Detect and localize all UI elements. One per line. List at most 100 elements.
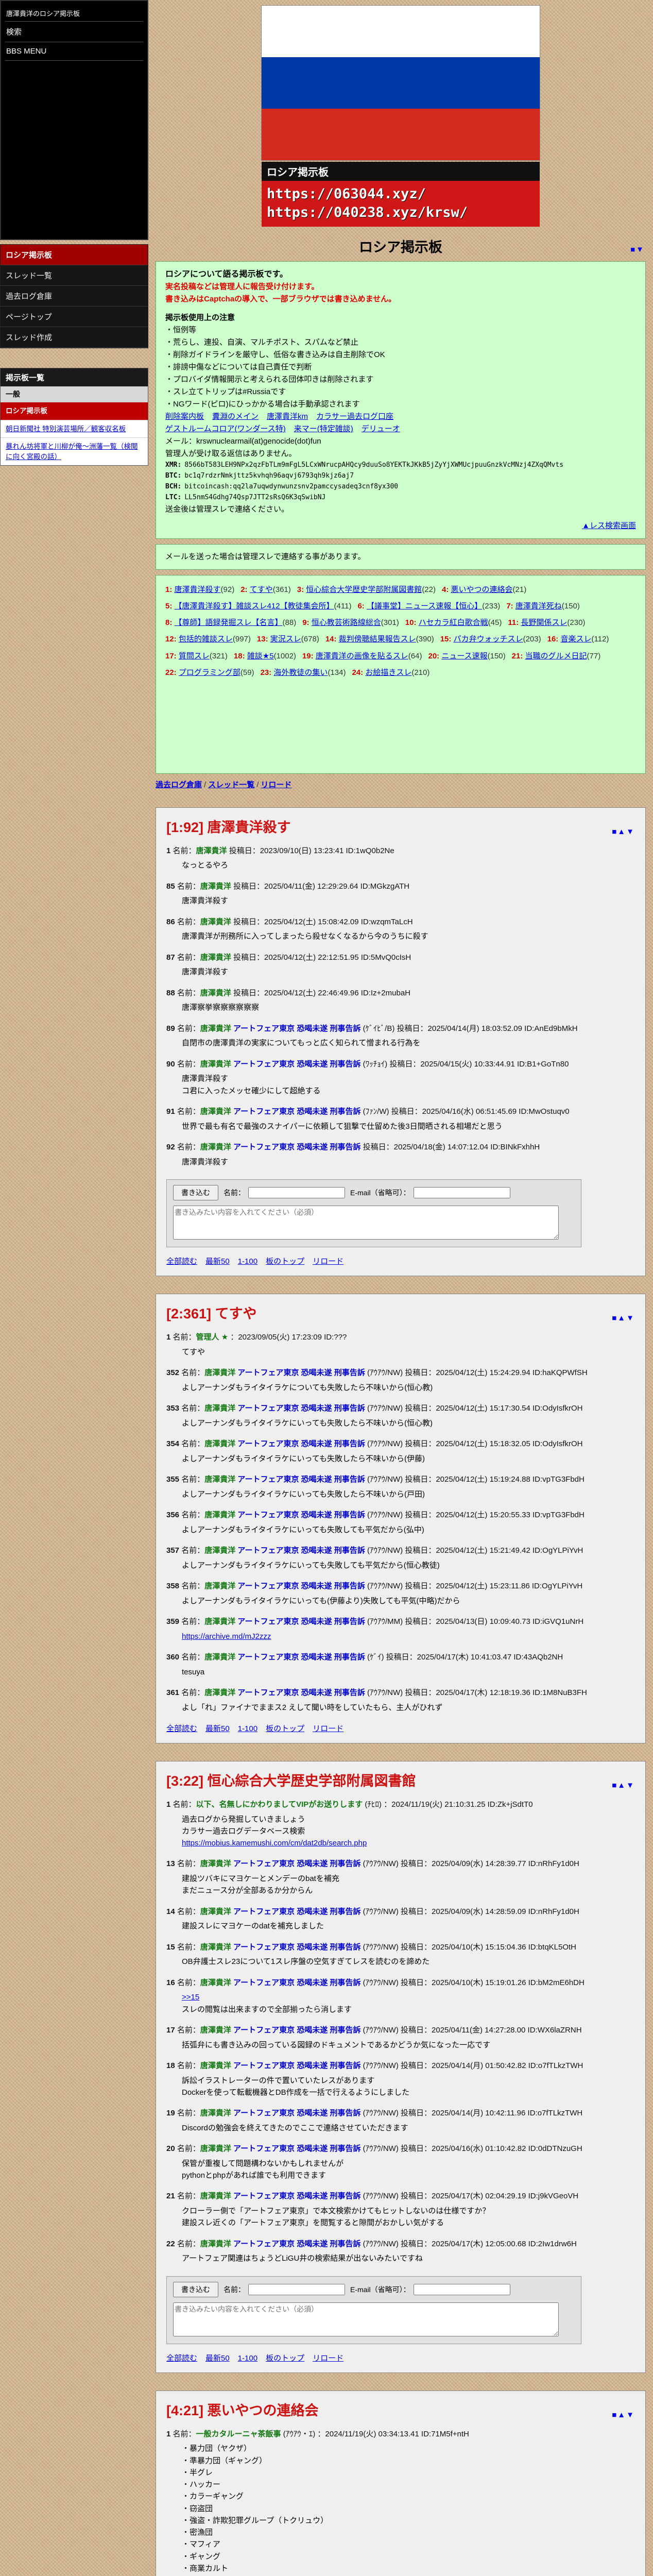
post-name-badges[interactable]: アートフェア東京 恐喝未遂 刑事告訴 (235, 1475, 365, 1484)
post-name-badges[interactable]: アートフェア東京 恐喝未遂 刑事告訴 (235, 1582, 365, 1590)
index-thread-link[interactable]: お絵描きスレ (365, 668, 411, 677)
message-textarea[interactable] (173, 1205, 559, 1240)
index-thread-link[interactable]: 唐澤貴洋死ね (515, 602, 562, 611)
thread-footer-link[interactable]: 最新50 (205, 1257, 230, 1266)
post-body-line[interactable]: https://archive.md/mJ2zzz (182, 1631, 635, 1642)
thread-footer-link[interactable]: 1-100 (238, 2354, 257, 2363)
search-link[interactable]: 検索 (5, 22, 143, 42)
post-name-badges[interactable]: アートフェア東京 恐喝未遂 刑事告訴 (235, 1511, 365, 1519)
post-name-badges[interactable]: アートフェア東京 恐喝未遂 刑事告訴 (231, 2109, 360, 2117)
post-name-badges[interactable]: アートフェア東京 恐喝未遂 刑事告訴 (231, 2192, 360, 2200)
thread-nav-marks[interactable]: ■▲▼ (612, 1314, 635, 1323)
rules-link[interactable]: 来マー(特定雑談) (294, 425, 353, 433)
thread-footer-link[interactable]: 全部読む (166, 1724, 197, 1733)
index-footer-link[interactable]: 過去ログ倉庫 (156, 781, 202, 789)
index-thread-link[interactable]: 実況スレ (270, 635, 301, 643)
post-name-badges[interactable]: アートフェア東京 恐喝未遂 刑事告訴 (231, 1978, 360, 1987)
post-name-badges[interactable]: アートフェア東京 恐喝未遂 刑事告訴 (235, 1368, 365, 1377)
rules-link[interactable]: ゲストルームコロア(ワンダース特) (165, 425, 286, 433)
index-thread-link[interactable]: 恒心綜合大学歴史学部附属図書館 (306, 585, 422, 594)
post-name-badges[interactable]: アートフェア東京 恐喝未遂 刑事告訴 (231, 1107, 360, 1116)
thread-footer-link[interactable]: 板のトップ (266, 1257, 304, 1266)
index-thread-link[interactable]: てすや (250, 585, 273, 594)
index-thread-link[interactable]: 裁判傍聴結果報告スレ (339, 635, 416, 643)
rules-link[interactable]: 糞淵のメイン (212, 412, 259, 421)
index-thread-link[interactable]: 【議事堂】ニュース速報【恒心】 (367, 602, 482, 611)
index-thread-link[interactable]: 【唐澤貴洋殺す】雑談スレ412【教徒集会所】 (175, 602, 334, 611)
thread-nav-marks[interactable]: ■▲▼ (612, 1781, 635, 1790)
post-name-badges[interactable]: アートフェア東京 恐喝未遂 刑事告訴 (231, 2061, 360, 2070)
post-name-badges[interactable]: アートフェア東京 恐喝未遂 刑事告訴 (231, 2026, 360, 2035)
post-body-line[interactable]: https://mobius.kamemushi.com/cm/dat2db/s… (182, 1837, 635, 1849)
name-input[interactable] (248, 1187, 345, 1198)
post-body-line[interactable]: >>15 (182, 1991, 635, 2003)
rules-link[interactable]: 唐澤貴洋km (267, 412, 308, 421)
thread-footer-link[interactable]: リロード (313, 2354, 343, 2363)
index-thread-link[interactable]: 悪いやつの連絡会 (451, 585, 513, 594)
board-link[interactable]: 朝日新聞社 特別演芸場所／観客収名板 (1, 419, 148, 438)
index-thread-link[interactable]: ニュース速報 (441, 652, 487, 660)
thread-footer-link[interactable]: リロード (313, 1724, 343, 1733)
rules-link[interactable]: デリューオ (362, 425, 400, 433)
post-name-badges[interactable]: アートフェア東京 恐喝未遂 刑事告訴 (231, 1859, 360, 1868)
index-thread-link[interactable]: 音楽スレ (560, 635, 591, 643)
post-name-badges[interactable]: アートフェア東京 恐喝未遂 刑事告訴 (231, 1943, 360, 1952)
thread-nav-marks[interactable]: ■▲▼ (612, 827, 635, 836)
thread-footer-link[interactable]: リロード (313, 1257, 343, 1266)
post-name-badges[interactable]: アートフェア東京 恐喝未遂 刑事告訴 (231, 1060, 360, 1069)
post-name-badges[interactable]: アートフェア東京 恐喝未遂 刑事告訴 (231, 1143, 360, 1151)
post-name-badges[interactable]: アートフェア東京 恐喝未遂 刑事告訴 (235, 1546, 365, 1555)
thread-footer-link[interactable]: 板のトップ (266, 2354, 304, 2363)
email-input[interactable] (413, 1187, 510, 1198)
thread-footer-link[interactable]: 1-100 (238, 1724, 257, 1733)
submit-button[interactable]: 書き込む (173, 1184, 218, 1200)
board-link[interactable]: 暴れん坊将軍と川柳が俺〜洲藩一覧（検閲に向く宮殿の話） (1, 437, 148, 466)
thread-title[interactable]: [2:361] てすや (166, 1302, 257, 1323)
index-footer-link[interactable]: スレッド一覧 (208, 781, 254, 789)
thread-title[interactable]: [1:92] 唐澤貴洋殺す (166, 816, 291, 836)
post-name-badges[interactable]: アートフェア東京 恐喝未遂 刑事告訴 (235, 1688, 365, 1697)
post-name-badges[interactable]: アートフェア東京 恐喝未遂 刑事告訴 (235, 1404, 365, 1413)
sidebar-item-create-thread[interactable]: スレッド作成 (1, 327, 148, 348)
post-name-badges[interactable]: アートフェア東京 恐喝未遂 刑事告訴 (231, 1024, 360, 1033)
index-thread-link[interactable]: 恒心教芸術路線総合 (312, 618, 381, 627)
thread-title[interactable]: [4:21] 悪いやつの連絡会 (166, 2399, 319, 2419)
index-thread-link[interactable]: 当職のグルメ日記 (525, 652, 587, 660)
index-thread-link[interactable]: ハセカラ紅白歌合戦 (419, 618, 488, 627)
thread-footer-link[interactable]: 最新50 (205, 1724, 230, 1733)
thread-footer-link[interactable]: 1-100 (238, 1257, 257, 1266)
post-name-badges[interactable]: アートフェア東京 恐喝未遂 刑事告訴 (231, 2240, 360, 2248)
thread-nav-marks[interactable]: ■▲▼ (612, 2411, 635, 2419)
res-search-link[interactable]: ▲レス検索画面 (165, 520, 636, 532)
thread-footer-link[interactable]: 板のトップ (266, 1724, 304, 1733)
post-name-badges[interactable]: アートフェア東京 恐喝未遂 刑事告訴 (235, 1617, 365, 1626)
sidebar-item-page-top[interactable]: ページトップ (1, 307, 148, 327)
sidebar-item-thread-list[interactable]: スレッド一覧 (1, 265, 148, 286)
sidebar-item-archive[interactable]: 過去ログ倉庫 (1, 286, 148, 307)
rules-link[interactable]: カラサー過去ログ口座 (316, 412, 393, 421)
name-input[interactable] (248, 2283, 345, 2295)
index-thread-link[interactable]: 長野関係スレ (521, 618, 567, 627)
index-thread-link[interactable]: 海外教徒の集い (273, 668, 328, 677)
email-input[interactable] (413, 2283, 510, 2295)
board-nav-marks[interactable]: ■▼ (630, 245, 645, 254)
sidebar-item-russia-board[interactable]: ロシア掲示板 (1, 245, 148, 265)
index-thread-link[interactable]: 唐澤貴洋殺す (175, 585, 221, 594)
index-thread-link[interactable]: パカ弁ウォッチスレ (454, 635, 523, 643)
thread-footer-link[interactable]: 全部読む (166, 1257, 197, 1266)
thread-footer-link[interactable]: 最新50 (205, 2354, 230, 2363)
index-footer-link[interactable]: リロード (261, 781, 291, 789)
message-textarea[interactable] (173, 2302, 559, 2336)
index-thread-link[interactable]: 包括的雑談スレ (179, 635, 233, 643)
post-name-badges[interactable]: アートフェア東京 恐喝未遂 刑事告訴 (235, 1439, 365, 1448)
bbs-menu-link[interactable]: BBS MENU (5, 42, 143, 61)
index-thread-link[interactable]: 質問スレ (179, 652, 210, 660)
index-thread-link[interactable]: 雑談★5 (247, 652, 274, 660)
post-name-badges[interactable]: アートフェア東京 恐喝未遂 刑事告訴 (235, 1653, 365, 1662)
board-link[interactable]: ロシア掲示板 (1, 402, 148, 420)
submit-button[interactable]: 書き込む (173, 2281, 218, 2297)
index-thread-link[interactable]: プログラミング部 (179, 668, 240, 677)
rules-link[interactable]: 削除案内板 (165, 412, 204, 421)
post-name-badges[interactable]: アートフェア東京 恐喝未遂 刑事告訴 (231, 1907, 360, 1916)
thread-footer-link[interactable]: 全部読む (166, 2354, 197, 2363)
